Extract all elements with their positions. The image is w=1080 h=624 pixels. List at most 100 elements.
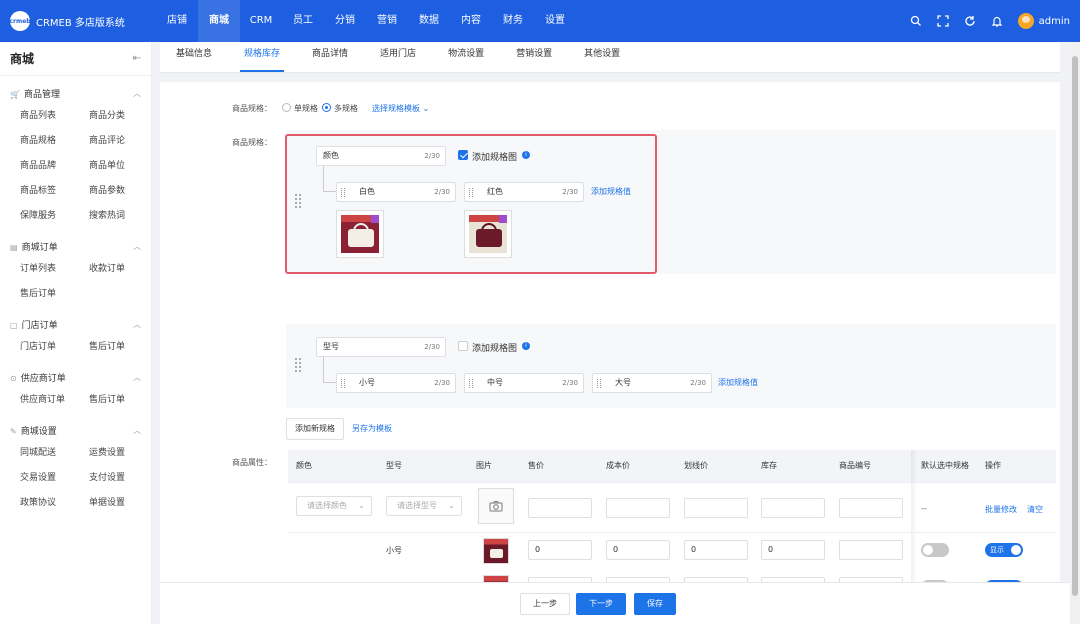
sidebar-item-store-orders[interactable]: 门店订单 (20, 335, 89, 360)
sidebar-item-goods-tag[interactable]: 商品标签 (20, 179, 89, 204)
cost-input[interactable]: 0 (606, 540, 670, 560)
sidebar-group-title[interactable]: ⊙ 供应商订单 ︿ (10, 366, 141, 388)
add-new-spec-button[interactable]: 添加新规格 (286, 418, 344, 440)
single-spec-radio[interactable]: 单规格 (282, 103, 318, 114)
sidebar-item-goods-spec[interactable]: 商品规格 (20, 129, 89, 154)
sidebar-item-goods-brand[interactable]: 商品品牌 (20, 154, 89, 179)
batch-code-input[interactable] (839, 498, 903, 518)
add-spec-image-checkbox[interactable] (458, 150, 468, 160)
bell-icon[interactable] (990, 14, 1004, 28)
spec-name-input[interactable]: 颜色 2/30 (316, 146, 446, 166)
sidebar-item-goods-category[interactable]: 商品分类 (89, 104, 158, 129)
nav-mall[interactable]: 商城 (198, 0, 240, 42)
tab-logistics[interactable]: 物流设置 (432, 42, 500, 72)
th-color: 颜色 (296, 461, 312, 470)
info-icon[interactable]: i (522, 342, 530, 350)
tab-spec-stock[interactable]: 规格库存 (228, 42, 296, 72)
add-spec-image-checkbox[interactable] (458, 341, 468, 351)
avatar[interactable] (1017, 13, 1034, 29)
sidebar-item-store-after-sale[interactable]: 售后订单 (89, 335, 158, 360)
tab-detail[interactable]: 商品详情 (296, 42, 364, 72)
sidebar-group-title[interactable]: ▤ 商城订单 ︿ (10, 235, 141, 257)
search-icon[interactable] (909, 14, 923, 28)
spec-image-white[interactable] (336, 210, 384, 258)
prev-step-button[interactable]: 上一步 (520, 593, 570, 615)
sidebar-item-supplier-orders[interactable]: 供应商订单 (20, 388, 89, 413)
spec-name-input[interactable]: 型号 2/30 (316, 337, 446, 357)
collapse-icon[interactable]: ⇤ (133, 53, 141, 64)
sidebar-item-shipping[interactable]: 运费设置 (89, 441, 158, 466)
sidebar-item-goods-review[interactable]: 商品评论 (89, 129, 158, 154)
tab-marketing[interactable]: 营销设置 (500, 42, 568, 72)
tab-other[interactable]: 其他设置 (568, 42, 636, 72)
stock-input[interactable]: 0 (761, 540, 825, 560)
nav-shop[interactable]: 店铺 (156, 0, 198, 42)
sidebar-group-title[interactable]: ✎ 商城设置 ︿ (10, 419, 141, 441)
nav-marketing[interactable]: 营销 (366, 0, 408, 42)
multi-spec-radio[interactable]: 多规格 (322, 103, 358, 114)
sidebar-item-receipt[interactable]: 单据设置 (89, 491, 158, 516)
sidebar-item-payment-orders[interactable]: 收款订单 (89, 257, 158, 282)
spec-value-input[interactable]: 红色 2/30 (464, 182, 584, 202)
nav-staff[interactable]: 员工 (282, 0, 324, 42)
sidebar-item-goods-list[interactable]: 商品列表 (20, 104, 89, 129)
sidebar-item-trade[interactable]: 交易设置 (20, 466, 89, 491)
camera-icon[interactable] (478, 488, 514, 524)
nav-content[interactable]: 内容 (450, 0, 492, 42)
drag-handle-icon[interactable] (295, 194, 301, 208)
add-spec-value-link[interactable]: 添加规格值 (591, 186, 631, 197)
clear-link[interactable]: 清空 (1027, 504, 1043, 515)
batch-line-price-input[interactable] (684, 498, 748, 518)
nav-data[interactable]: 数据 (408, 0, 450, 42)
spec-value-input[interactable]: 白色 2/30 (336, 182, 456, 202)
spec-value-input[interactable]: 大号 2/30 (592, 373, 712, 393)
tab-basic[interactable]: 基础信息 (160, 42, 228, 72)
sidebar-item-guarantee[interactable]: 保障服务 (20, 204, 89, 229)
batch-model-select[interactable]: 请选择型号 ⌄ (386, 496, 462, 516)
drag-handle-icon[interactable] (295, 358, 301, 372)
row-image[interactable] (483, 538, 509, 564)
show-switch[interactable]: 显示 (985, 543, 1023, 557)
sidebar-item-order-list[interactable]: 订单列表 (20, 257, 89, 282)
default-switch[interactable] (921, 543, 949, 557)
add-spec-value-link[interactable]: 添加规格值 (718, 377, 758, 388)
batch-color-select[interactable]: 请选择颜色 ⌄ (296, 496, 372, 516)
code-input[interactable] (839, 540, 903, 560)
sidebar-item-hot-search[interactable]: 搜索热词 (89, 204, 158, 229)
sidebar-item-supplier-after-sale[interactable]: 售后订单 (89, 388, 158, 413)
scroll-thumb[interactable] (1072, 56, 1078, 596)
spec-image-red[interactable] (464, 210, 512, 258)
sidebar-item-policy[interactable]: 政策协议 (20, 491, 89, 516)
user-name[interactable]: admin (1039, 16, 1070, 27)
select-template-link[interactable]: 选择规格模板 ⌄ (372, 103, 429, 114)
batch-cost-input[interactable] (606, 498, 670, 518)
sidebar-item-after-sale[interactable]: 售后订单 (20, 282, 89, 307)
nav-distribution[interactable]: 分销 (324, 0, 366, 42)
refresh-icon[interactable] (963, 14, 977, 28)
save-as-template-link[interactable]: 另存为模板 (352, 423, 392, 434)
nav-crm[interactable]: CRM (240, 0, 282, 42)
sidebar-item-payment[interactable]: 支付设置 (89, 466, 158, 491)
sidebar-item-goods-param[interactable]: 商品参数 (89, 179, 158, 204)
tab-stores[interactable]: 适用门店 (364, 42, 432, 72)
page-scrollbar[interactable] (1070, 42, 1080, 624)
fullscreen-icon[interactable] (936, 14, 950, 28)
batch-price-input[interactable] (528, 498, 592, 518)
next-step-button[interactable]: 下一步 (576, 593, 626, 615)
tab-bar: 基础信息 规格库存 商品详情 适用门店 物流设置 营销设置 其他设置 (160, 42, 1060, 73)
sidebar-group-title[interactable]: ▢ 门店订单 ︿ (10, 313, 141, 335)
batch-edit-link[interactable]: 批量修改 (985, 504, 1017, 515)
sidebar-item-goods-unit[interactable]: 商品单位 (89, 154, 158, 179)
info-icon[interactable]: i (522, 151, 530, 159)
save-button[interactable]: 保存 (634, 593, 676, 615)
nav-finance[interactable]: 财务 (492, 0, 534, 42)
sidebar-item-local-delivery[interactable]: 同城配送 (20, 441, 89, 466)
logo[interactable]: crmeb CRMEB 多店版系统 (0, 11, 140, 31)
spec-value-input[interactable]: 中号 2/30 (464, 373, 584, 393)
spec-value-input[interactable]: 小号 2/30 (336, 373, 456, 393)
batch-stock-input[interactable] (761, 498, 825, 518)
price-input[interactable]: 0 (528, 540, 592, 560)
line-price-input[interactable]: 0 (684, 540, 748, 560)
sidebar-group-title[interactable]: 🛒 商品管理 ︿ (10, 82, 141, 104)
nav-settings[interactable]: 设置 (534, 0, 576, 42)
